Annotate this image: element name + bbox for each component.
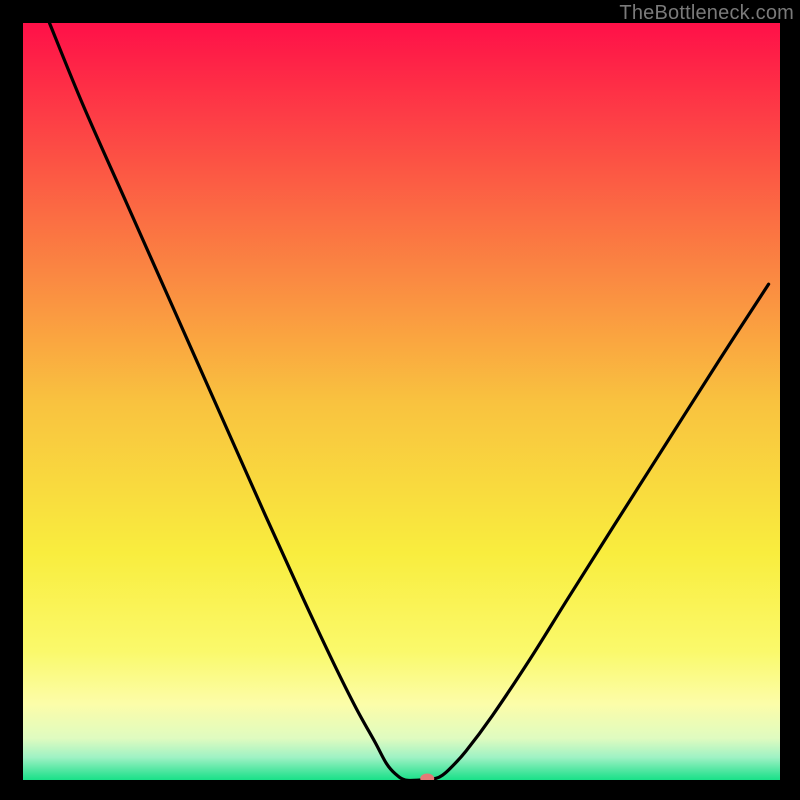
gradient-background (23, 23, 780, 780)
plot-svg (23, 23, 780, 780)
plot-area (23, 23, 780, 780)
chart-container: TheBottleneck.com (0, 0, 800, 800)
watermark-text: TheBottleneck.com (619, 2, 794, 25)
